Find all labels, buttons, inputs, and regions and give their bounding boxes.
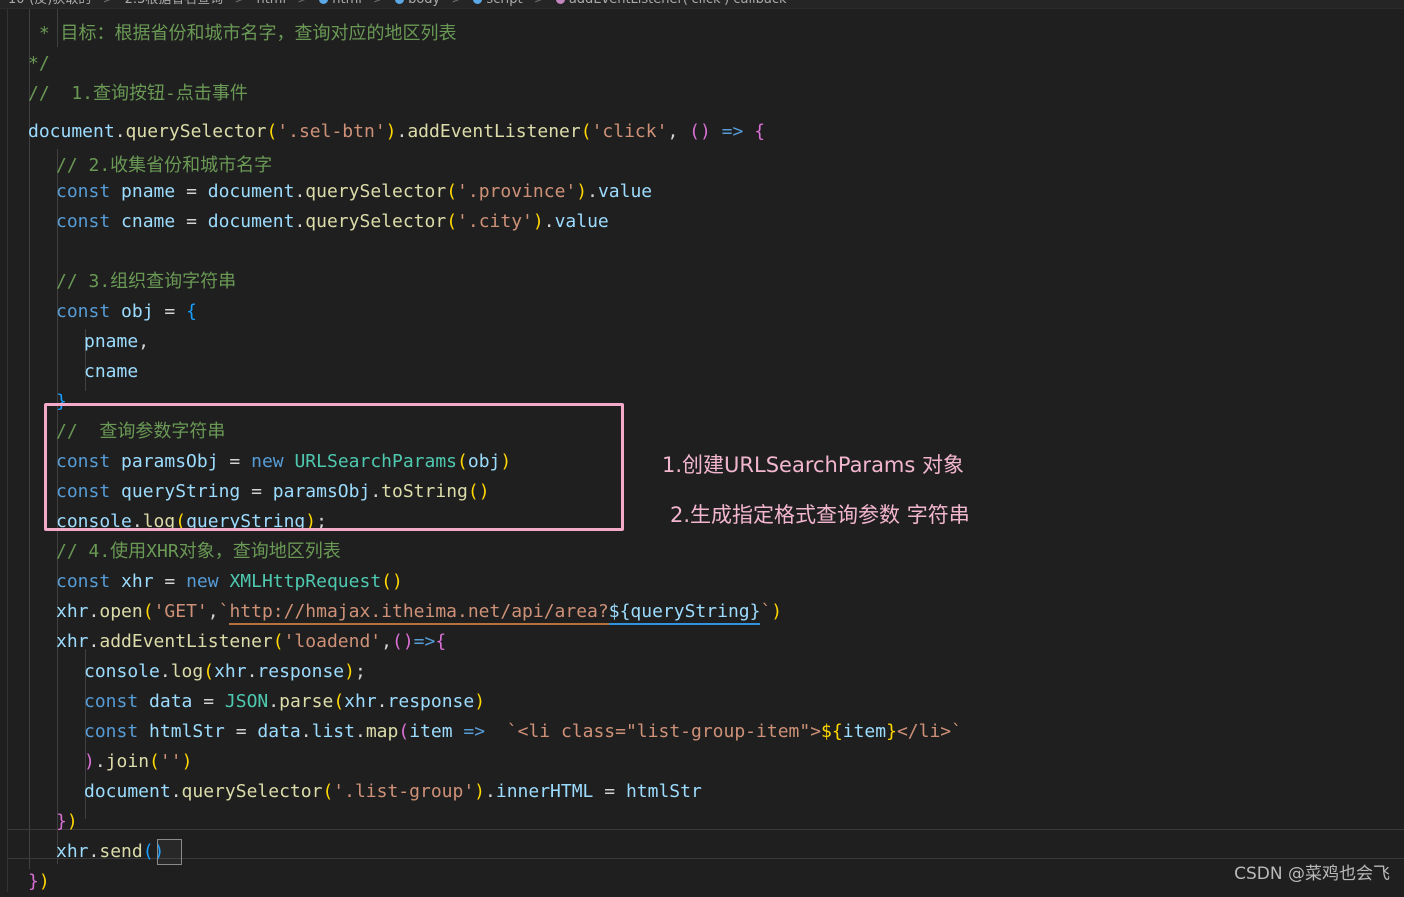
editor-left-rule [7,9,8,892]
code-line[interactable]: document.querySelector('.list-group').in… [84,777,702,807]
code-line[interactable]: const xhr = new XMLHttpRequest() [56,567,403,597]
breadcrumb-separator: > [234,0,245,7]
breadcrumb-item-html-file[interactable]: html [256,0,286,7]
breadcrumb-separator: > [373,0,384,7]
code-line[interactable]: // 3.组织查询字符串 [56,267,236,297]
code-line[interactable]: const data = JSON.parse(xhr.response) [84,687,485,717]
code-editor[interactable]: * 目标：根据省份和城市名字，查询对应的地区列表 */ // 1.查询按钮-点击… [0,9,1404,892]
breadcrumb-bar[interactable]: 10-(反)获取的 > 2.3根据省名查询 > html > html > bo… [0,0,1404,9]
code-token-comment: // 1.查询按钮-点击事件 [28,83,248,104]
breadcrumb-item-callback[interactable]: addEventListener('click') callback [569,0,787,7]
breadcrumb-inner: 10-(反)获取的 > 2.3根据省名查询 > html > html > bo… [8,0,787,9]
breadcrumb-item-script[interactable]: script [486,0,522,7]
html-tag-icon [319,0,328,4]
breadcrumb-item-symbol[interactable]: 2.3根据省名查询 [125,0,224,7]
code-line[interactable]: xhr.open('GET',`http://hmajax.itheima.ne… [56,597,782,627]
breadcrumb-separator: > [103,0,114,7]
code-line[interactable]: */ [28,49,50,79]
breadcrumb-separator: > [297,0,308,7]
code-line[interactable]: const paramsObj = new URLSearchParams(ob… [56,447,511,477]
code-line[interactable]: console.log(xhr.response); [84,657,366,687]
code-line[interactable]: const cname = document.querySelector('.c… [56,207,609,237]
code-line[interactable]: pname, [84,327,149,357]
code-line[interactable]: cname [84,357,138,387]
code-token-comment: */ [28,53,50,74]
code-line[interactable]: // 4.使用XHR对象，查询地区列表 [56,537,341,567]
breadcrumb-item-file[interactable]: 10-(反)获取的 [8,0,91,7]
code-line[interactable]: // 查询参数字符串 [56,417,225,447]
script-tag-icon [473,0,482,4]
code-line[interactable]: const obj = { [56,297,197,327]
annotation-1: 1.创建URLSearchParams 对象 [662,449,964,479]
breadcrumb-separator: > [451,0,462,7]
code-line[interactable]: const htmlStr = data.list.map(item => `<… [84,717,962,747]
breadcrumb-item-body[interactable]: body [408,0,440,7]
code-line[interactable]: }) [28,867,50,897]
breadcrumb-separator: > [534,0,545,7]
code-line[interactable]: console.log(queryString); [56,507,327,537]
code-line[interactable]: xhr.addEventListener('loadend',()=>{ [56,627,446,657]
body-tag-icon [395,0,404,4]
code-line[interactable]: * 目标：根据省份和城市名字，查询对应的地区列表 [28,19,457,49]
code-line[interactable]: const queryString = paramsObj.toString() [56,477,490,507]
code-line[interactable]: }) [56,807,78,837]
annotation-2: 2.生成指定格式查询参数 字符串 [670,499,970,529]
code-line[interactable]: document.querySelector('.sel-btn').addEv… [28,117,765,147]
api-url[interactable]: http://hmajax.itheima.net/api/area? [229,601,608,625]
code-line[interactable]: xhr.send() [56,837,164,867]
code-line[interactable]: // 1.查询按钮-点击事件 [28,79,248,109]
active-line-highlight [8,829,1404,859]
breadcrumb-item-html[interactable]: html [332,0,362,7]
csdn-watermark: CSDN @菜鸡也会飞 [1234,859,1390,884]
code-line[interactable]: ).join('') [84,747,192,777]
code-token-comment: * 目标：根据省份和城市名字，查询对应的地区列表 [28,23,457,44]
code-line[interactable]: const pname = document.querySelector('.p… [56,177,652,207]
code-line[interactable]: } [56,387,67,417]
method-icon [556,0,565,4]
